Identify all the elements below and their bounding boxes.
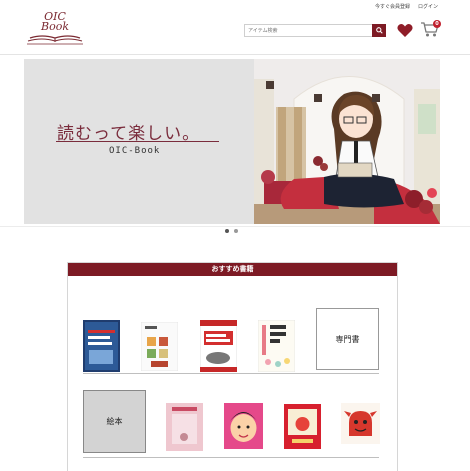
category-tile-picture-books[interactable]: 絵本: [83, 390, 146, 453]
recommended-heading: おすすめ書籍: [68, 263, 397, 276]
login-link[interactable]: ログイン: [418, 3, 438, 10]
book-cover[interactable]: [258, 320, 295, 372]
search-bar: [244, 24, 386, 37]
row-divider: [83, 373, 379, 374]
site-logo[interactable]: OIC Book: [24, 11, 86, 46]
search-input[interactable]: [244, 24, 372, 37]
search-icon: [375, 27, 383, 34]
search-button[interactable]: [372, 24, 386, 37]
book-cover[interactable]: [83, 320, 120, 372]
hero-text-panel: 読むって楽しい。 OIC-Book: [24, 59, 254, 224]
heart-icon[interactable]: [397, 23, 413, 38]
category-tile-specialty[interactable]: 専門書: [316, 308, 379, 370]
header-divider: [0, 54, 470, 55]
book-cover[interactable]: [166, 403, 203, 451]
cart-count-badge: 0: [433, 20, 441, 28]
row-divider: [83, 457, 379, 458]
hero-subtitle: OIC-Book: [109, 146, 161, 156]
hero-divider: [0, 226, 470, 227]
carousel-dot-2[interactable]: [234, 229, 238, 233]
recommended-section: おすすめ書籍 専門書 絵本: [67, 262, 398, 471]
register-link[interactable]: 今すぐ会員登録: [375, 3, 410, 10]
book-cover[interactable]: [284, 404, 321, 449]
page: 今すぐ会員登録 ログイン OIC Book 0: [0, 0, 470, 471]
book-cover[interactable]: [141, 322, 178, 371]
book-cover[interactable]: [341, 403, 380, 444]
category-tile-label: 専門書: [335, 334, 360, 344]
logo-text: OIC Book: [35, 11, 75, 33]
category-tile-label: 絵本: [106, 417, 123, 426]
book-cover[interactable]: [200, 320, 237, 372]
carousel-dot-1[interactable]: [225, 229, 229, 233]
top-links: 今すぐ会員登録 ログイン: [375, 3, 438, 10]
logo-line2: Book: [41, 20, 69, 33]
book-cover[interactable]: [224, 403, 263, 449]
hero-banner[interactable]: 読むって楽しい。 OIC-Book: [24, 59, 440, 224]
hero-rule: [56, 141, 219, 142]
hero-illustration: [254, 59, 440, 224]
carousel-dots: [225, 229, 238, 233]
